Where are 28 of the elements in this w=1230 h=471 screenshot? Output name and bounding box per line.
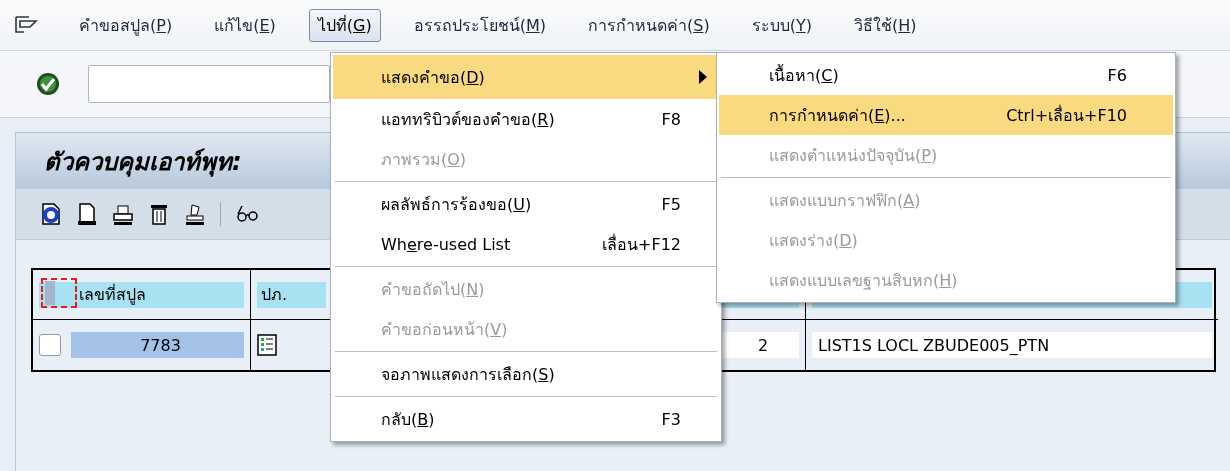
- checkbox[interactable]: [39, 334, 61, 356]
- menu-bar-item[interactable]: อรรถประโยชน์(M): [404, 8, 555, 42]
- refresh-icon[interactable]: [40, 202, 62, 226]
- menu-item[interactable]: แสดงคำขอ(D): [333, 55, 719, 99]
- menu-bar-item[interactable]: วิธีใช้(H): [844, 8, 926, 42]
- menu-icon[interactable]: [14, 15, 38, 35]
- menu-item[interactable]: เนื้อหา(C) F6: [719, 55, 1173, 95]
- menu-bar-item[interactable]: คำขอสปูล(P): [70, 8, 182, 42]
- menu-item[interactable]: การกำหนดค่า(E)... Ctrl+เลื่อน+F10: [719, 95, 1173, 135]
- menu-bar-item[interactable]: แก้ไข(E): [205, 8, 285, 42]
- check-icon[interactable]: [36, 72, 60, 96]
- table-cell: LIST1S LOCL ZBUDE005_PTN: [812, 332, 1212, 358]
- document-icon[interactable]: [76, 202, 98, 226]
- column-header[interactable]: ปภ.: [257, 281, 326, 308]
- menu-bar-item[interactable]: การกำหนดค่า(S): [579, 8, 719, 42]
- menu-bar-item[interactable]: ไปที่(G): [308, 8, 381, 42]
- trash-icon[interactable]: [148, 202, 170, 226]
- command-field[interactable]: [88, 65, 330, 103]
- table-cell: 7783: [71, 332, 244, 358]
- column-header[interactable]: เลขที่สปูล: [39, 281, 244, 308]
- menu-item[interactable]: จอภาพแสดงการเลือก(S): [333, 354, 719, 394]
- printer-icon[interactable]: [112, 202, 134, 226]
- table-cell: 2: [721, 332, 799, 358]
- menu-item[interactable]: Where-used List เลื่อน+F12: [333, 224, 719, 264]
- menu-bar-item[interactable]: ระบบ(Y): [742, 8, 821, 42]
- stamp-icon[interactable]: [184, 202, 206, 226]
- list-icon[interactable]: [257, 334, 277, 356]
- menu-item[interactable]: กลับ(B) F3: [333, 399, 719, 439]
